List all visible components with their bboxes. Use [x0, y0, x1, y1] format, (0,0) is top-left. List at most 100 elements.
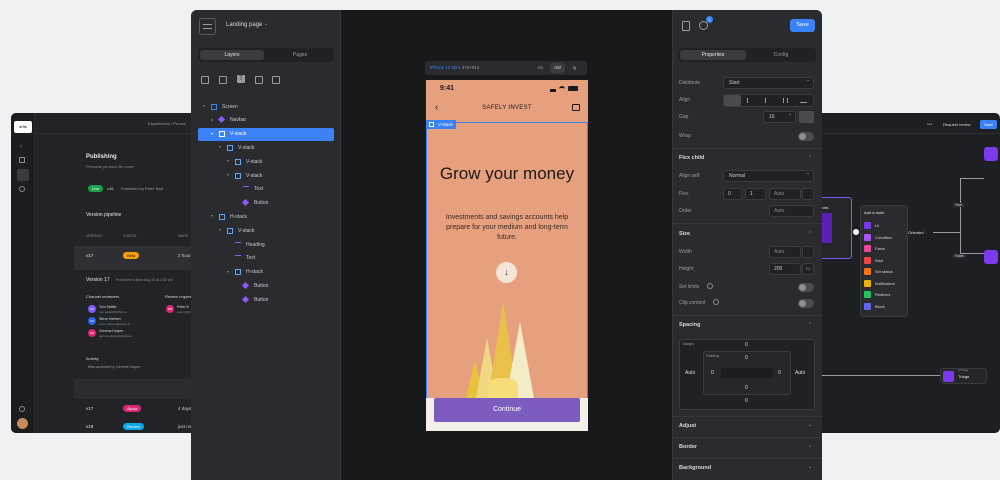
node-menu-item[interactable]: Block	[875, 304, 885, 309]
gear-icon[interactable]	[19, 406, 25, 412]
expand-arrow-icon[interactable]: ▾	[211, 131, 213, 136]
layer-row[interactable]: ▾ H-stack	[198, 210, 334, 223]
align-self-select[interactable]: Normal	[723, 170, 814, 182]
adjust-title[interactable]: Adjust	[679, 423, 696, 429]
height-unit[interactable]: PX	[802, 263, 814, 275]
flex-basis-input[interactable]: Auto	[769, 188, 801, 200]
lock-icon[interactable]	[799, 111, 814, 123]
node-menu-item[interactable]: Notification	[875, 281, 895, 286]
tab-properties[interactable]: Properties	[680, 50, 746, 60]
menu-icon[interactable]	[199, 18, 216, 35]
height-input[interactable]: 200	[769, 263, 801, 275]
chevron-down-icon[interactable]: ⌄	[808, 464, 812, 470]
chevron-up-icon[interactable]: ⌃	[808, 322, 812, 328]
layer-row[interactable]: Button	[198, 197, 334, 210]
layer-row[interactable]: Heading	[198, 238, 334, 251]
device-name[interactable]: iPhone 13 Mini	[430, 65, 460, 70]
expand-arrow-icon[interactable]: ▾	[227, 269, 229, 274]
add-image-icon[interactable]	[255, 76, 263, 84]
layer-row[interactable]: ▾ H-stack	[198, 266, 334, 279]
node-ui-mid[interactable]	[984, 250, 998, 264]
node-menu-item[interactable]: Condition	[875, 235, 892, 240]
margin-bottom[interactable]: 0	[745, 398, 748, 404]
collapse-icon[interactable]: ‹	[20, 143, 22, 150]
flex-grow-input[interactable]: 0	[723, 188, 742, 200]
expand-arrow-icon[interactable]: ▾	[227, 172, 229, 177]
margin-top[interactable]: 0	[745, 342, 748, 348]
expand-arrow-icon[interactable]: ▾	[203, 103, 205, 108]
tab-config[interactable]: Config	[748, 50, 814, 60]
node-menu-item[interactable]: Set status	[875, 269, 893, 274]
help-icon[interactable]	[713, 299, 719, 305]
request-review-button[interactable]: Request review	[943, 122, 971, 127]
grid-icon[interactable]	[19, 157, 25, 163]
margin-left[interactable]: Auto	[685, 370, 695, 376]
layer-row[interactable]: ▾ V-stack	[198, 127, 334, 141]
breakpoint-md[interactable]: md	[550, 63, 565, 73]
add-text-icon[interactable]: T	[237, 75, 245, 83]
align-center-icon[interactable]	[747, 98, 752, 103]
align-start-icon[interactable]	[724, 95, 741, 106]
chat-icon[interactable]	[572, 104, 580, 111]
tab-pages[interactable]: Pages	[268, 50, 332, 60]
set-limits-toggle[interactable]	[798, 283, 814, 292]
preview-icon[interactable]	[682, 21, 690, 31]
node-menu-item[interactable]: Facts	[875, 246, 885, 251]
add-component-icon[interactable]	[219, 76, 227, 84]
align-baseline-icon[interactable]	[800, 98, 807, 103]
layer-row[interactable]: ▸ Navbar	[198, 114, 334, 127]
chevron-up-icon[interactable]: ⌃	[808, 155, 812, 161]
settings-icon[interactable]	[19, 186, 25, 192]
align-stretch-icon[interactable]	[783, 98, 788, 103]
padding-top[interactable]: 0	[745, 355, 748, 361]
layer-row[interactable]: Button	[198, 293, 334, 306]
add-interaction-icon[interactable]	[272, 76, 280, 84]
background-title[interactable]: Background	[679, 465, 711, 471]
layer-row[interactable]: ▾ V-stack	[198, 169, 334, 182]
node-ui-top[interactable]	[984, 147, 998, 161]
right-save-button[interactable]: Save	[980, 120, 997, 129]
layers-icon[interactable]	[17, 169, 29, 181]
node-menu-item[interactable]: Redirect	[875, 292, 890, 297]
node-menu-item[interactable]: Wait	[875, 258, 883, 263]
expand-arrow-icon[interactable]: ▾	[219, 144, 221, 149]
distribute-select[interactable]: Start	[723, 77, 814, 89]
expand-arrow-icon[interactable]: ▾	[219, 227, 221, 232]
border-title[interactable]: Border	[679, 444, 697, 450]
chevron-down-icon[interactable]: ⌄	[264, 21, 268, 27]
layer-row[interactable]: ▾ V-stack	[198, 155, 334, 168]
width-input[interactable]: Auto	[769, 246, 801, 258]
padding-right[interactable]: 0	[778, 370, 781, 376]
continue-button[interactable]: Continue	[434, 398, 580, 422]
more-icon[interactable]: •••	[927, 122, 932, 128]
flex-shrink-input[interactable]: 1	[745, 188, 766, 200]
layer-row[interactable]: ▾ V-stack	[198, 141, 334, 154]
width-unit[interactable]	[802, 246, 814, 258]
flex-basis-unit[interactable]	[802, 188, 814, 200]
breakpoint-sm[interactable]: sm	[534, 63, 547, 73]
padding-left[interactable]: 0	[711, 370, 714, 376]
expand-arrow-icon[interactable]: ▸	[211, 117, 213, 122]
tab-layers[interactable]: Layers	[200, 50, 264, 60]
clip-content-toggle[interactable]	[798, 299, 814, 308]
node-menu-item[interactable]: UI	[875, 223, 879, 228]
margin-right[interactable]: Auto	[795, 370, 805, 376]
add-node-handle[interactable]	[853, 229, 859, 235]
breakpoint-lg[interactable]: lg	[568, 63, 581, 73]
help-icon[interactable]	[707, 283, 713, 289]
page-selector[interactable]: Landing page	[226, 22, 262, 28]
order-input[interactable]: Auto	[769, 205, 814, 217]
scroll-down-button[interactable]: ↓	[496, 262, 517, 283]
layer-row[interactable]: Button	[198, 279, 334, 292]
add-frame-icon[interactable]	[201, 76, 209, 84]
layer-row[interactable]: ▾ Screen	[198, 100, 334, 113]
padding-bottom[interactable]: 0	[745, 385, 748, 391]
chevron-up-icon[interactable]: ⌃	[808, 231, 812, 237]
expand-arrow-icon[interactable]: ▾	[227, 158, 229, 163]
chevron-down-icon[interactable]: ⌄	[808, 422, 812, 428]
layer-row[interactable]: Text	[198, 252, 334, 265]
chevron-down-icon[interactable]: ⌄	[808, 443, 812, 449]
expand-arrow-icon[interactable]: ▾	[211, 213, 213, 218]
wrap-toggle[interactable]	[798, 132, 814, 141]
layer-row[interactable]: ▾ V-stack	[198, 224, 334, 237]
